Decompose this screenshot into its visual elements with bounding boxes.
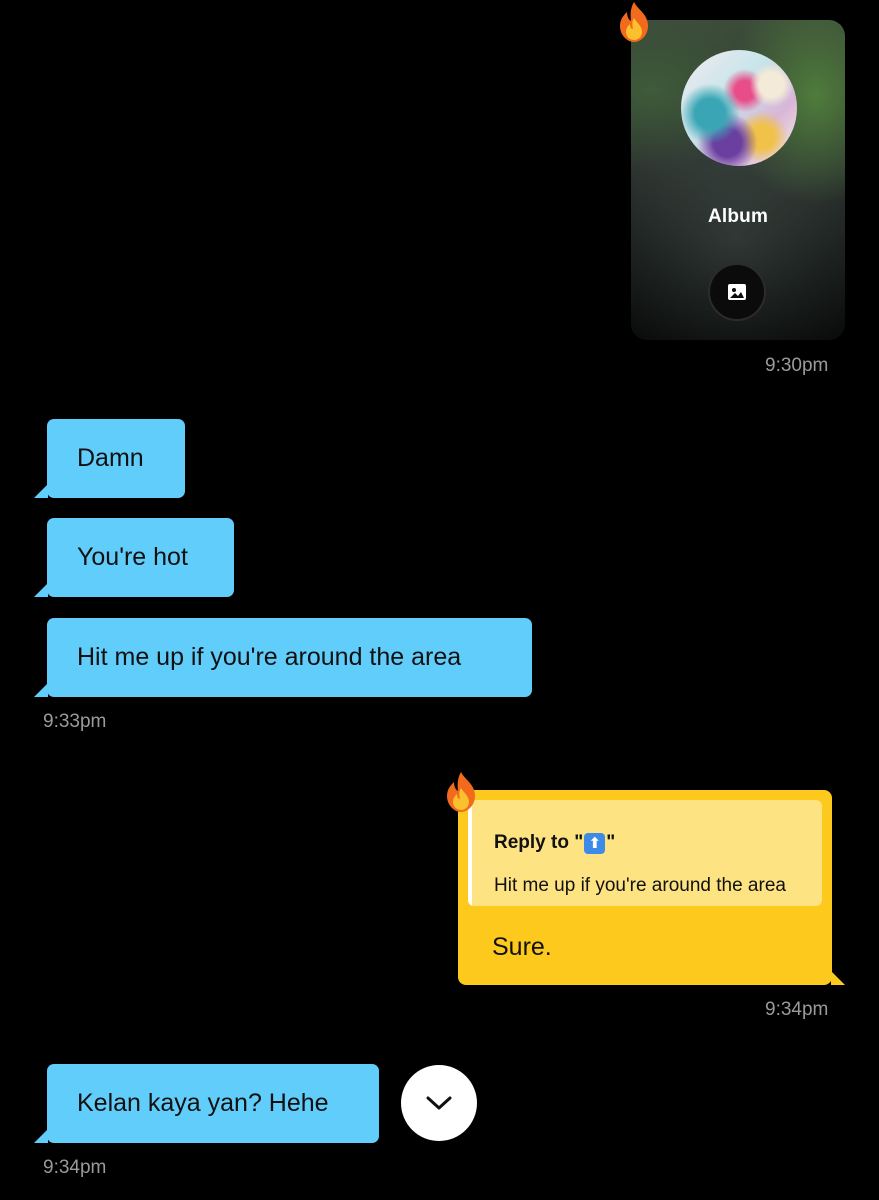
image-icon — [728, 284, 746, 300]
bubble-tail — [831, 971, 845, 985]
quote-bar — [468, 800, 472, 906]
quoted-text: Hit me up if you're around the area — [494, 875, 786, 896]
incoming-message-bubble[interactable]: Hit me up if you're around the area — [47, 618, 532, 697]
album-label: Album — [707, 206, 769, 227]
outgoing-reply-bubble[interactable]: Reply to " ⬆ " Hit me up if you're aroun… — [458, 790, 832, 985]
bubble-tail — [34, 1129, 48, 1143]
bubble-tail — [34, 583, 48, 597]
message-text: Kelan kaya yan? Hehe — [77, 1089, 329, 1117]
reply-to-label: Reply to " ⬆ " — [494, 832, 615, 854]
timestamp: 9:34pm — [765, 999, 829, 1020]
message-text: Hit me up if you're around the area — [77, 643, 462, 671]
timestamp: 9:30pm — [765, 355, 829, 376]
fire-emoji-icon — [620, 2, 648, 42]
album-cover-photo — [681, 50, 797, 166]
message-text: Damn — [77, 444, 144, 472]
chevron-down-icon — [426, 1096, 452, 1110]
reply-to-suffix: " — [606, 832, 616, 853]
reply-to-prefix: Reply to " — [494, 832, 584, 853]
quoted-message[interactable]: Reply to " ⬆ " Hit me up if you're aroun… — [468, 800, 822, 906]
timestamp: 9:34pm — [43, 1157, 107, 1178]
scroll-to-bottom-button[interactable] — [401, 1065, 477, 1141]
incoming-message-bubble[interactable]: Damn — [47, 419, 185, 498]
message-text: Sure. — [492, 933, 552, 961]
incoming-message-bubble[interactable]: You're hot — [47, 518, 234, 597]
album-message[interactable]: Album — [631, 20, 845, 340]
message-text: You're hot — [77, 543, 188, 571]
incoming-message-bubble[interactable]: Kelan kaya yan? Hehe — [47, 1064, 379, 1143]
fire-emoji-icon — [447, 772, 475, 812]
bubble-tail — [34, 683, 48, 697]
up-arrow-emoji-icon: ⬆ — [584, 832, 606, 854]
bubble-tail — [34, 484, 48, 498]
timestamp: 9:33pm — [43, 711, 107, 732]
album-open-button[interactable] — [708, 263, 766, 321]
